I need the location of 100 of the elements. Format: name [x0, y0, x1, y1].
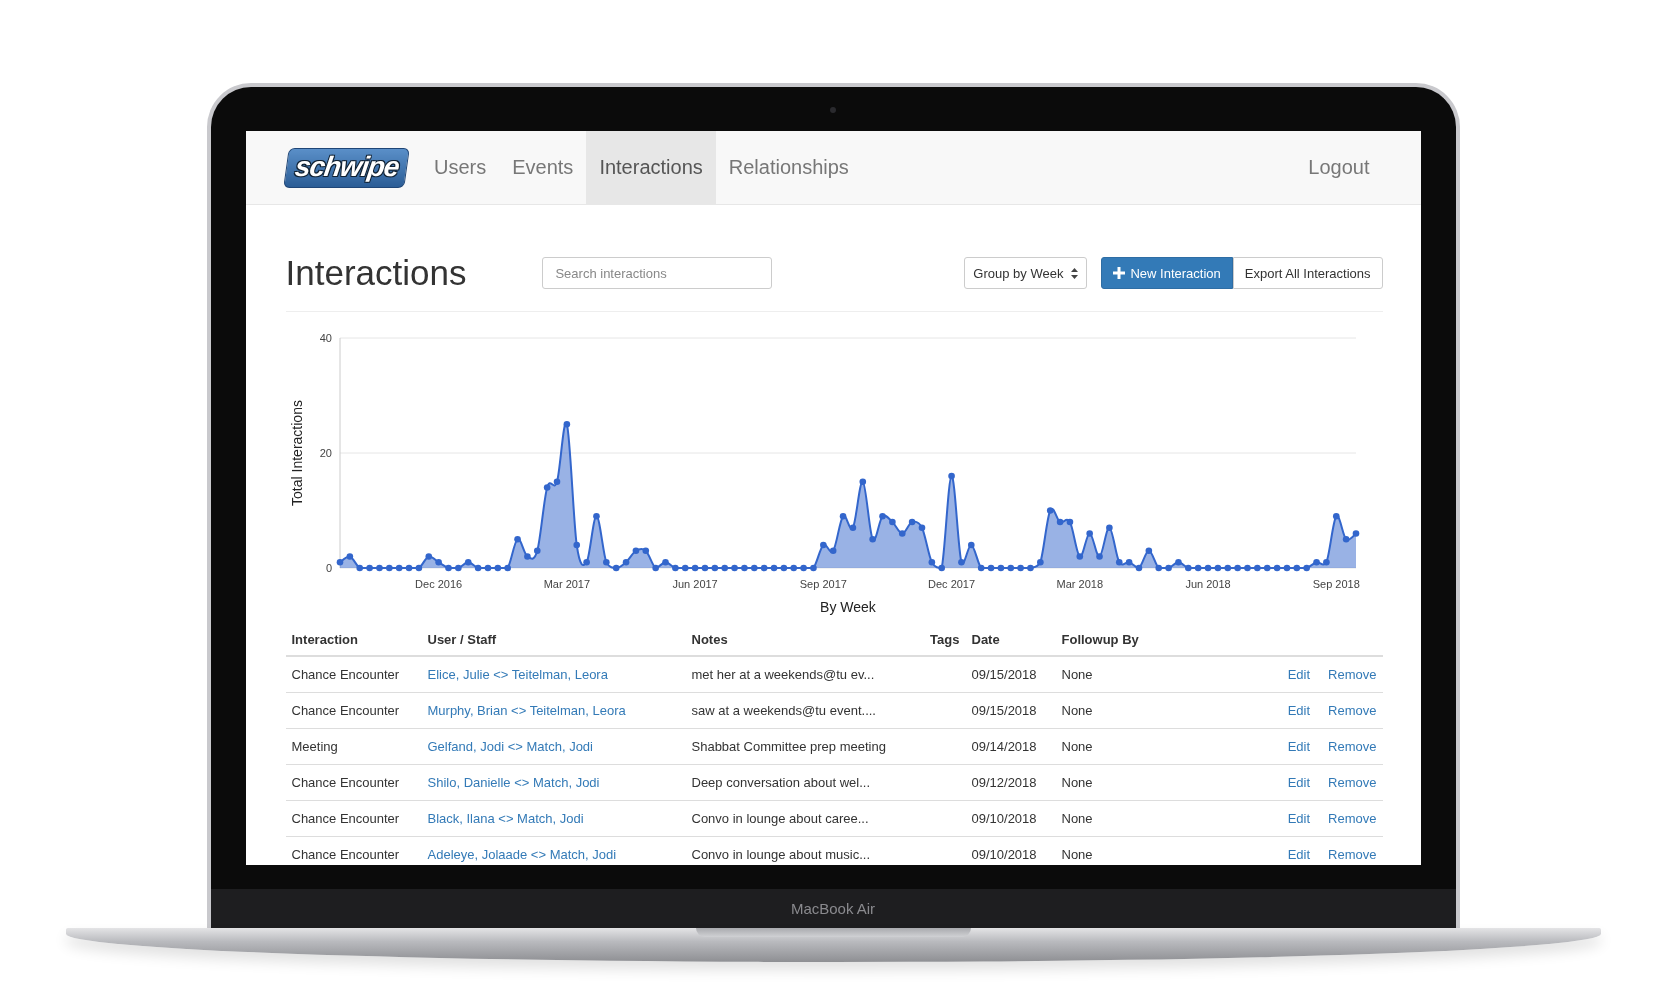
data-point: [1312, 558, 1320, 566]
data-point: [730, 564, 738, 572]
user-link[interactable]: Elice, Julie <> Teitelman, Leora: [427, 667, 608, 682]
remove-link[interactable]: Remove: [1328, 703, 1377, 718]
data-point: [1135, 564, 1142, 572]
search-field[interactable]: Search interactions: [542, 257, 773, 289]
nav-item[interactable]: Users: [421, 131, 500, 204]
edit-link[interactable]: Edit: [1287, 847, 1311, 862]
data-point: [1105, 524, 1113, 532]
axis-label: Mar 2018: [1056, 578, 1103, 590]
data-point: [967, 541, 975, 549]
table-cell: Convo in lounge about music...: [685, 836, 918, 865]
data-point: [1125, 558, 1132, 566]
data-point: [1056, 518, 1063, 526]
column-header: Followup By: [1055, 624, 1196, 656]
data-point: [346, 553, 353, 560]
data-point: [1283, 564, 1290, 572]
user-link[interactable]: Gelfand, Jodi <> Match, Jodi: [427, 739, 593, 754]
data-point: [918, 524, 925, 532]
table-cell: Chance Encounter: [285, 692, 422, 729]
edit-link[interactable]: Edit: [1287, 811, 1311, 826]
axis-label: 20: [319, 447, 332, 459]
user-link[interactable]: Murphy, Brian <> Teitelman, Leora: [427, 703, 626, 718]
data-point: [1085, 530, 1093, 537]
data-point: [651, 564, 659, 572]
data-point: [1095, 553, 1103, 560]
data-point: [582, 558, 590, 566]
remove-link[interactable]: Remove: [1328, 811, 1377, 826]
table-cell: 09/15/2018: [965, 656, 1056, 693]
user-link[interactable]: Shilo, Danielle <> Match, Jodi: [427, 775, 600, 790]
data-point: [563, 420, 570, 428]
export-button[interactable]: Export All Interactions: [1232, 257, 1383, 289]
edit-link[interactable]: Edit: [1287, 775, 1311, 790]
nav-item[interactable]: Events: [499, 131, 587, 204]
data-point: [474, 564, 481, 572]
table-cell: Shabbat Committee prep meeting: [685, 728, 918, 765]
nav-item[interactable]: Relationships: [715, 131, 862, 204]
new-interaction-button[interactable]: New Interaction: [1101, 257, 1233, 289]
page-title: Interactions: [285, 253, 467, 293]
data-point: [1026, 564, 1034, 572]
data-point: [760, 564, 767, 572]
edit-link[interactable]: Edit: [1287, 667, 1311, 682]
data-point: [1273, 564, 1280, 572]
data-point: [1066, 518, 1073, 526]
data-point: [849, 524, 856, 532]
table-cell: Chance Encounter: [285, 836, 422, 865]
remove-link[interactable]: Remove: [1328, 667, 1377, 682]
column-header: Notes: [685, 624, 918, 656]
data-point: [661, 558, 669, 566]
group-select[interactable]: Group by Week: [964, 257, 1088, 289]
data-point: [1302, 564, 1310, 572]
data-point: [1145, 547, 1152, 555]
axis-label: Jun 2018: [1184, 578, 1231, 590]
data-point: [1352, 530, 1359, 537]
data-point: [494, 564, 501, 572]
data-point: [444, 564, 452, 572]
data-point: [1184, 564, 1192, 572]
remove-link[interactable]: Remove: [1328, 739, 1377, 754]
table-cell: 09/10/2018: [965, 836, 1056, 865]
data-point: [878, 512, 886, 520]
data-point: [425, 553, 432, 560]
data-point: [375, 564, 383, 572]
axis-label: Jun 2017: [671, 578, 718, 590]
data-point: [365, 564, 373, 572]
edit-link[interactable]: Edit: [1287, 703, 1311, 718]
axis-label: Dec 2017: [927, 578, 975, 590]
data-point: [780, 564, 787, 572]
data-point: [947, 472, 955, 480]
data-point: [1194, 564, 1201, 572]
table-cell: 09/14/2018: [965, 728, 1056, 765]
table-cell: met her at a weekends@tu ev...: [685, 656, 918, 693]
logout-link[interactable]: Logout: [1295, 131, 1383, 204]
column-header: User / Staff: [421, 624, 686, 656]
user-link[interactable]: Adeleye, Jolaade <> Match, Jodi: [427, 847, 617, 862]
data-point: [997, 564, 1004, 572]
logo: schwipe: [282, 147, 410, 188]
axis-title: Total Interactions: [288, 400, 305, 506]
table-cell: Convo in lounge about caree...: [685, 800, 918, 837]
table-cell: 09/12/2018: [965, 764, 1056, 801]
axis-label: Dec 2016: [414, 578, 462, 590]
remove-link[interactable]: Remove: [1328, 775, 1377, 790]
data-point: [691, 564, 698, 572]
edit-link[interactable]: Edit: [1287, 739, 1311, 754]
axis-label: Sep 2018: [1312, 578, 1360, 590]
plus-icon: [1113, 267, 1126, 279]
data-point: [908, 518, 915, 526]
remove-link[interactable]: Remove: [1328, 847, 1377, 862]
table-cell: None: [1055, 800, 1196, 837]
data-point: [434, 558, 442, 566]
data-point: [809, 564, 817, 572]
data-point: [957, 558, 965, 566]
data-point: [1233, 564, 1241, 572]
data-point: [464, 558, 472, 566]
data-point: [503, 564, 511, 572]
data-point: [987, 564, 994, 572]
nav-item[interactable]: Interactions: [586, 131, 716, 204]
data-point: [533, 547, 541, 555]
user-link[interactable]: Black, Ilana <> Match, Jodi: [427, 811, 584, 826]
axis-label: 40: [319, 332, 332, 344]
data-point: [1174, 558, 1182, 566]
